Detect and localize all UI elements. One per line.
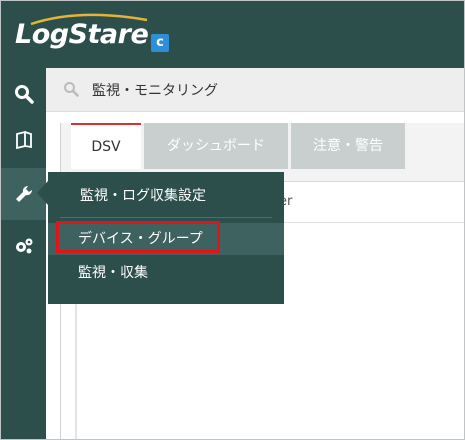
gears-icon — [15, 238, 32, 254]
highlight-box — [56, 221, 220, 253]
menu-item-label: 監視・収集 — [78, 265, 148, 281]
search-text: 監視・モニタリング — [92, 83, 218, 99]
menu-item-monitoring-collection[interactable]: 監視・収集 — [48, 257, 284, 289]
rail-gears-button[interactable] — [1, 220, 46, 272]
logo-badge: c — [151, 34, 169, 52]
sidebar-rail — [1, 68, 46, 439]
search-icon — [14, 85, 34, 104]
rail-book-button[interactable] — [1, 114, 46, 166]
tab-warnings[interactable]: 注意・警告 — [291, 123, 405, 169]
top-header: LogStare c — [1, 1, 464, 68]
book-icon — [15, 130, 32, 150]
search-icon — [64, 82, 79, 97]
flyout-arrow — [37, 181, 48, 205]
wrench-icon — [15, 185, 32, 202]
rail-search-button[interactable] — [1, 68, 46, 120]
flyout-divider — [60, 217, 272, 218]
flyout-title: 監視・ログ収集設定 — [80, 188, 206, 204]
tab-dsv[interactable]: DSV — [71, 123, 141, 169]
logo: LogStare — [15, 19, 149, 50]
app-window: LogStare c 監視・モニタリング DSV ダッシュボード 注意・警告 e… — [0, 0, 465, 440]
tab-dashboard[interactable]: ダッシュボード — [144, 123, 288, 169]
search-bar[interactable]: 監視・モニタリング — [46, 68, 464, 112]
